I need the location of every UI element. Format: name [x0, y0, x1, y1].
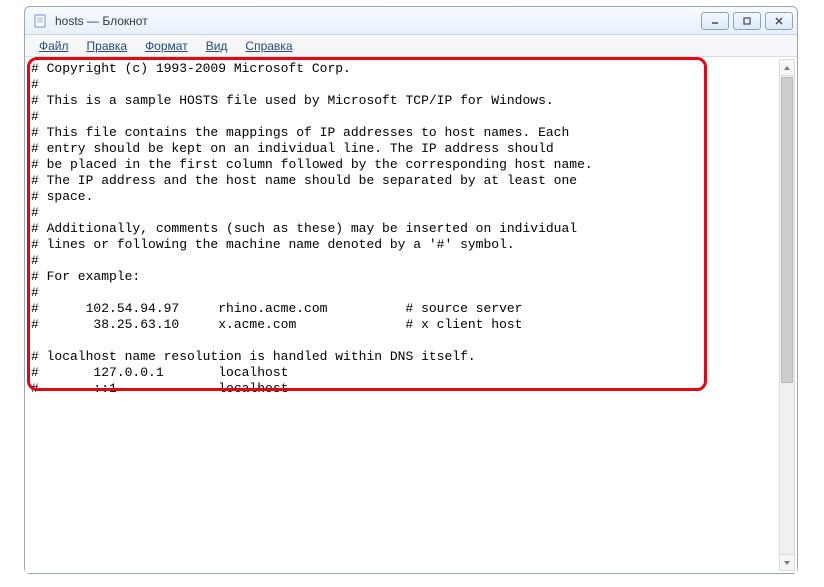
notepad-window: hosts — Блокнот Файл Правка Формат Вид С… [24, 6, 798, 574]
menu-edit[interactable]: Правка [79, 37, 136, 55]
vertical-scrollbar[interactable] [779, 59, 795, 571]
titlebar[interactable]: hosts — Блокнот [25, 7, 797, 35]
scroll-down-button[interactable] [780, 554, 794, 570]
maximize-button[interactable] [733, 12, 761, 30]
scroll-up-button[interactable] [780, 60, 794, 76]
close-button[interactable] [765, 12, 793, 30]
menu-file[interactable]: Файл [31, 37, 77, 55]
minimize-button[interactable] [701, 12, 729, 30]
text-editor[interactable]: # Copyright (c) 1993-2009 Microsoft Corp… [31, 61, 777, 569]
notepad-icon [33, 13, 49, 29]
menu-help[interactable]: Справка [237, 37, 300, 55]
menu-format[interactable]: Формат [137, 37, 196, 55]
menu-view[interactable]: Вид [198, 37, 236, 55]
menubar: Файл Правка Формат Вид Справка [25, 35, 797, 57]
scroll-thumb[interactable] [781, 77, 793, 383]
client-area: # Copyright (c) 1993-2009 Microsoft Corp… [25, 57, 797, 573]
window-controls [701, 12, 793, 30]
window-title: hosts — Блокнот [55, 14, 701, 28]
